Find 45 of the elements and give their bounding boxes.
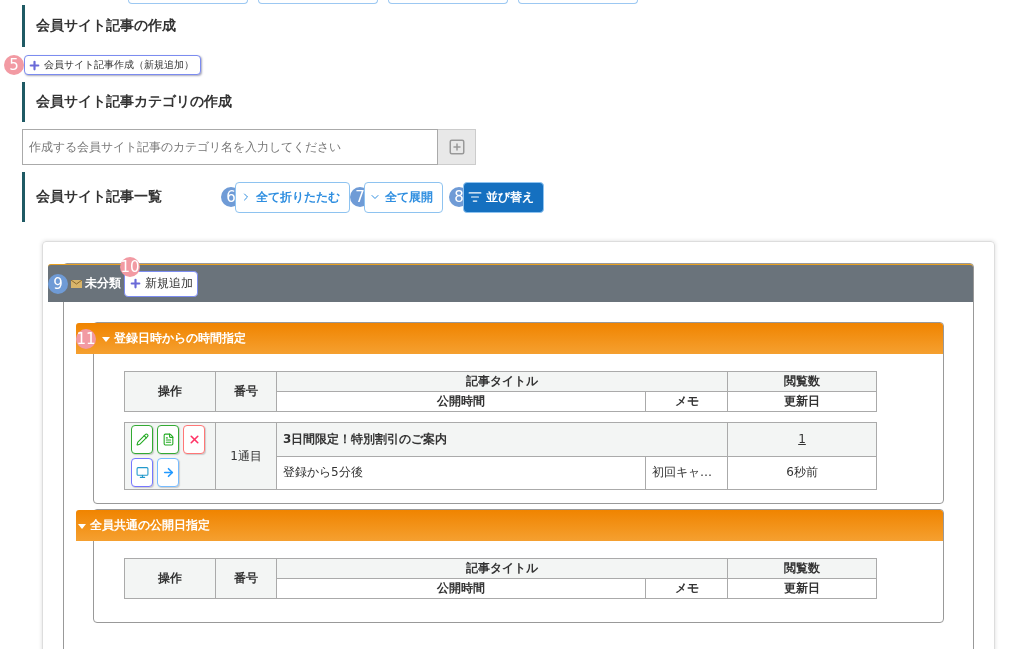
step-number-badge: 9 bbox=[48, 273, 68, 294]
table-cell: 初回キャ… bbox=[645, 456, 728, 490]
copy-button[interactable] bbox=[157, 425, 179, 454]
table-cell: 6秒前 bbox=[727, 456, 877, 490]
section-heading: 会員サイト記事の作成 bbox=[36, 17, 176, 35]
section-heading: 会員サイト記事一覧 bbox=[36, 188, 163, 206]
view-count-link[interactable]: 1 bbox=[798, 432, 806, 447]
sort-button[interactable]: 並び替え bbox=[463, 181, 544, 213]
preview-button[interactable] bbox=[131, 458, 153, 487]
column-header: 閲覧数 bbox=[727, 371, 877, 392]
plus-icon bbox=[28, 58, 41, 72]
column-header: 番号 bbox=[215, 371, 277, 412]
envelope-icon bbox=[71, 279, 82, 288]
monitor-icon bbox=[135, 466, 149, 479]
step-number-badge: 5 bbox=[4, 55, 24, 75]
send-button[interactable] bbox=[157, 458, 179, 487]
column-header: 操作 bbox=[124, 558, 216, 599]
edit-button[interactable] bbox=[131, 425, 153, 454]
add-category-button[interactable] bbox=[438, 129, 476, 165]
create-article-button[interactable]: 会員サイト記事作成（新規追加） bbox=[24, 55, 201, 75]
table-cell: 3日間限定！特別割引のご案内 bbox=[276, 422, 728, 456]
table-cell: 登録から5分後 bbox=[276, 456, 646, 490]
column-header: 番号 bbox=[215, 558, 277, 599]
column-header: 操作 bbox=[124, 371, 216, 412]
close-icon bbox=[187, 433, 201, 446]
delete-button[interactable] bbox=[183, 425, 205, 454]
group-title: 全員共通の公開日指定 bbox=[90, 517, 210, 534]
step-number-badge: 11 bbox=[76, 328, 96, 349]
category-name: 未分類 bbox=[85, 275, 121, 292]
table-cell: 1通目 bbox=[215, 422, 277, 490]
collapse-button[interactable]: 全て折りたたむ bbox=[235, 181, 350, 213]
expand-button[interactable]: 全て展開 bbox=[364, 181, 443, 213]
plus-square-icon bbox=[447, 138, 466, 156]
column-header: 閲覧数 bbox=[727, 558, 877, 579]
column-header: 記事タイトル bbox=[276, 558, 728, 579]
step-number-badge: 10 bbox=[120, 256, 140, 277]
plus-icon bbox=[129, 277, 142, 290]
arrow-right-icon bbox=[161, 466, 175, 479]
sort-lines-icon bbox=[468, 190, 482, 204]
category-name-field[interactable]: 作成する会員サイト記事のカテゴリ名を入力してください bbox=[22, 129, 438, 165]
document-icon bbox=[161, 433, 175, 446]
group-title: 登録日時からの時間指定 bbox=[114, 330, 246, 347]
pencil-icon bbox=[135, 433, 149, 446]
section-heading: 会員サイト記事カテゴリの作成 bbox=[36, 93, 232, 111]
column-header: 記事タイトル bbox=[276, 371, 728, 392]
